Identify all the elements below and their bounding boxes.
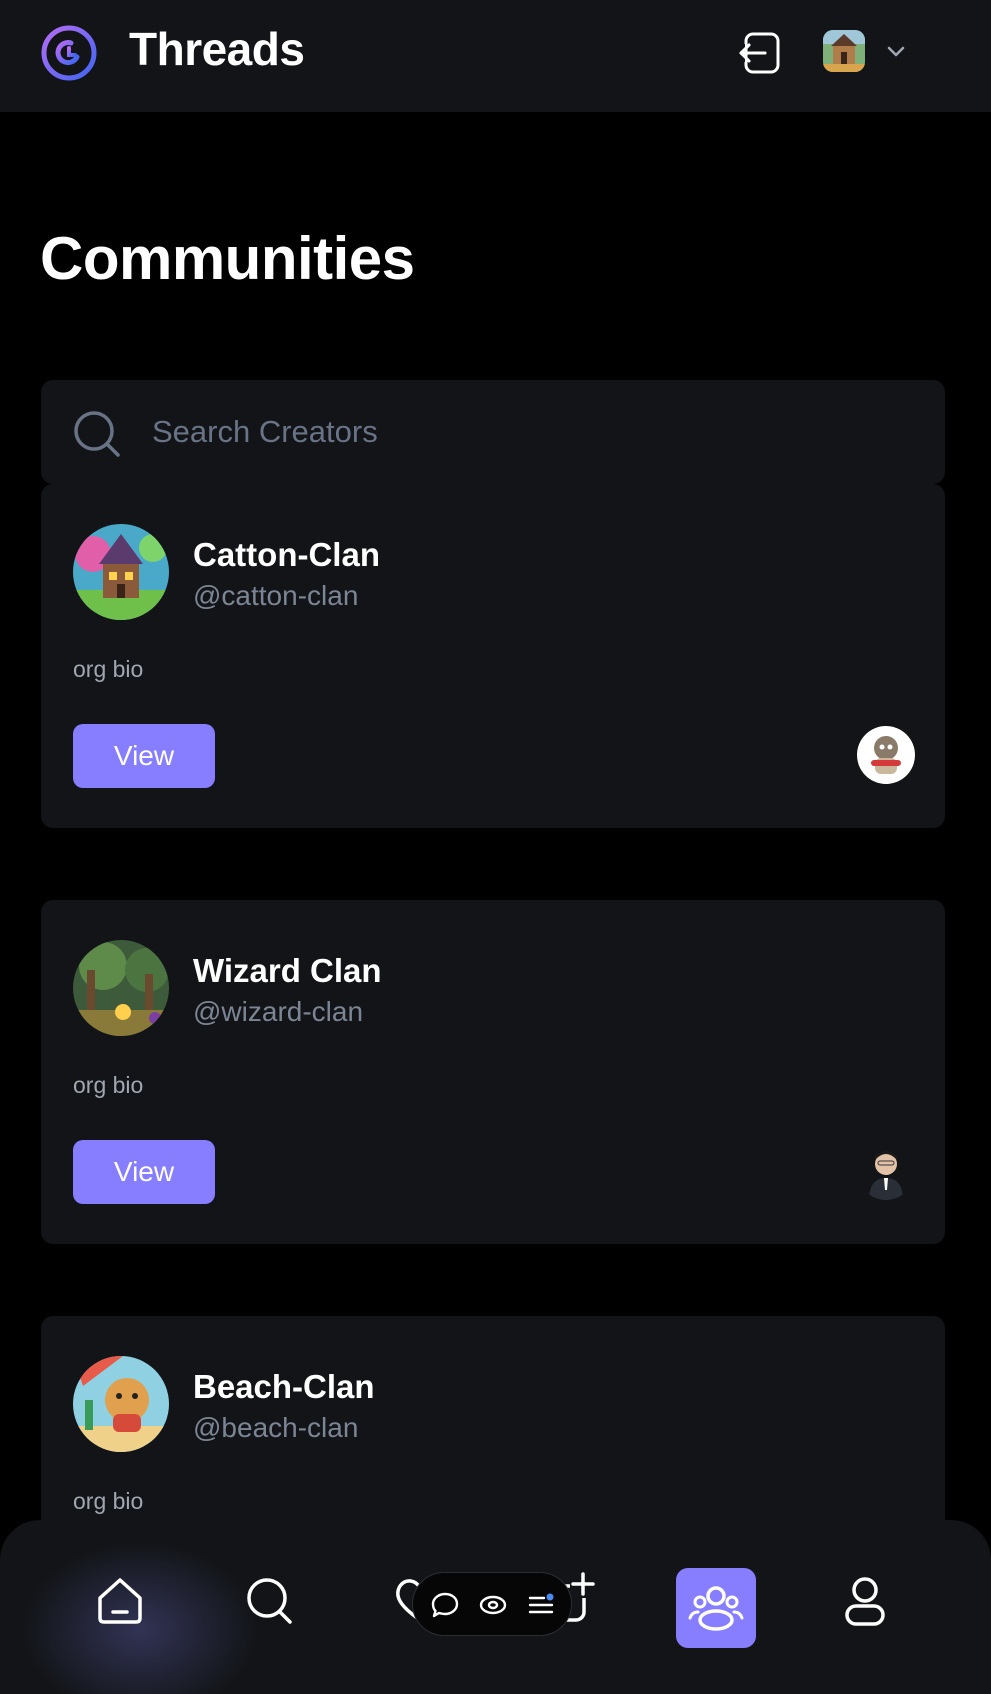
search-icon xyxy=(74,411,120,457)
communities-page: Threads Communities Search Creators Catt… xyxy=(0,0,991,1694)
community-handle: @catton-clan xyxy=(193,580,359,611)
community-avatar[interactable] xyxy=(73,940,169,1036)
search-input[interactable] xyxy=(152,402,912,462)
list-icon[interactable] xyxy=(525,1589,557,1621)
chevron-down-icon[interactable] xyxy=(884,42,908,62)
communities-nav-button[interactable] xyxy=(676,1568,756,1648)
org-avatar[interactable] xyxy=(823,30,865,72)
community-card: Catton-Clan @catton-clan org bio View xyxy=(41,484,945,828)
view-button[interactable]: View xyxy=(73,724,215,788)
community-bio: org bio xyxy=(73,1072,144,1098)
floating-toolbar xyxy=(412,1572,572,1636)
search-bar xyxy=(41,380,945,484)
community-card: Wizard Clan @wizard-clan org bio View xyxy=(41,900,945,1244)
eye-icon[interactable] xyxy=(477,1589,509,1621)
community-name: Beach-Clan xyxy=(193,1368,375,1405)
communities-icon xyxy=(688,1586,744,1631)
search-icon[interactable] xyxy=(230,1560,310,1640)
member-avatar[interactable] xyxy=(857,1142,915,1200)
community-avatar[interactable] xyxy=(73,1356,169,1452)
logout-icon[interactable] xyxy=(738,30,784,76)
threads-logo-icon[interactable] xyxy=(40,24,98,82)
community-name: Wizard Clan xyxy=(193,952,382,989)
app-title: Threads xyxy=(129,23,305,75)
community-handle: @wizard-clan xyxy=(193,996,364,1027)
community-avatar[interactable] xyxy=(73,524,169,620)
top-bar: Threads xyxy=(0,0,991,112)
community-name: Catton-Clan xyxy=(193,536,380,573)
community-bio: org bio xyxy=(73,1488,144,1514)
comment-icon[interactable] xyxy=(429,1589,461,1621)
page-title: Communities xyxy=(40,225,415,292)
community-handle: @beach-clan xyxy=(193,1412,359,1443)
community-bio: org bio xyxy=(73,656,144,682)
home-icon[interactable] xyxy=(80,1560,160,1640)
member-avatar[interactable] xyxy=(857,726,915,784)
view-button[interactable]: View xyxy=(73,1140,215,1204)
profile-icon[interactable] xyxy=(825,1560,905,1640)
